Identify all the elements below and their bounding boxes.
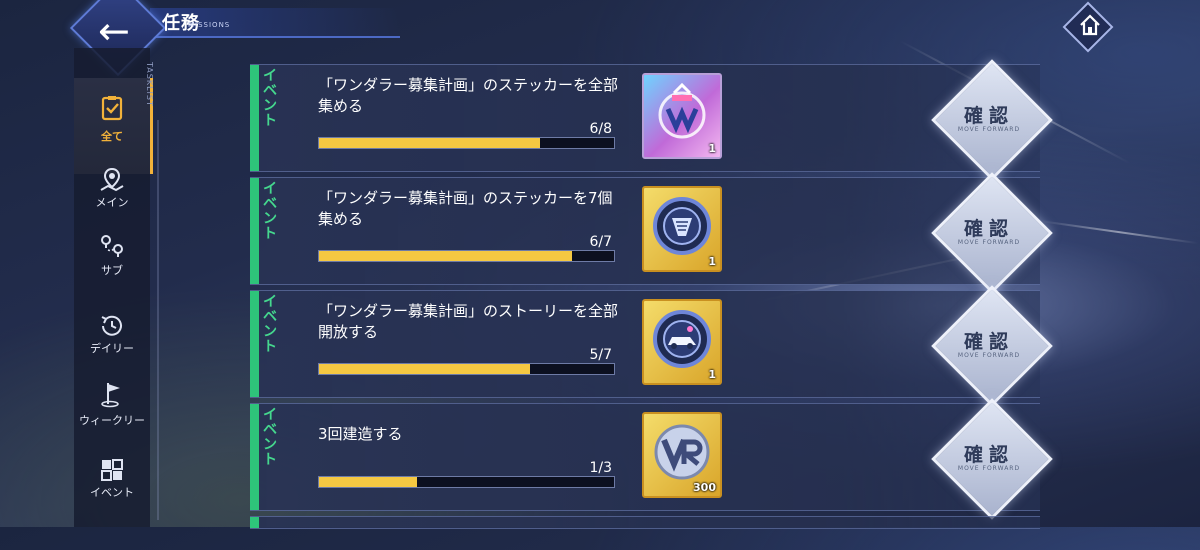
mission-card: イベント 3回建造する 1/3 300 [250,403,1040,511]
tasklist-label: TASKLIST [145,62,154,107]
mission-description: 「ワンダラー募集計画」のステッカーを7個集める [318,189,613,228]
divider [157,120,159,520]
progress-fill [319,364,530,374]
sidebar-item-label: 全て [101,130,123,143]
sidebar-item-label: デイリー [90,342,134,355]
category-label: イベント [263,407,277,468]
confirm-sublabel: MOVE FORWARD [957,352,1021,359]
confirm-sublabel: MOVE FORWARD [957,126,1021,133]
reward-item[interactable]: 1 [642,186,722,272]
sidebar-item-label: ウィークリー [79,414,145,427]
home-icon[interactable] [1077,12,1103,38]
category-label: イベント [263,181,277,242]
mission-description: 「ワンダラー募集計画」のステッカーを全部集める [318,76,619,115]
confirm-label[interactable]: 確認 [931,214,1047,241]
progress-fill [319,138,541,148]
progress-text: 6/7 [589,234,612,250]
car-badge-icon [653,310,711,368]
category-label: イベント [263,68,277,129]
mission-description: 3回建造する [318,425,403,443]
category-stripe [250,404,259,510]
progress-fill [319,251,572,261]
progress-bar [318,250,615,262]
reward-item[interactable]: 1 [642,73,722,159]
mission-card: イベント 「ワンダラー募集計画」のステッカーを7個集める 6/7 1 [250,177,1040,285]
page-subtitle: MISSIONS [188,21,231,29]
confirm-label[interactable]: 確認 [931,327,1047,354]
event-grid-icon [101,459,123,481]
category-stripe [250,291,259,397]
flag-icon [101,383,120,408]
progress-bar [318,363,615,375]
reward-count: 1 [708,142,716,155]
confirm-sublabel: MOVE FORWARD [957,239,1021,246]
sticker-emblem-icon [658,82,706,139]
vr-coin-icon [654,424,710,480]
mission-card [250,516,1040,529]
mission-description: 「ワンダラー募集計画」のストーリーを全部開放する [318,302,619,341]
category-stripe [250,517,259,528]
progress-bar [318,137,615,149]
sidebar-item-label: イベント [90,486,134,499]
sidebar-item-label: サブ [101,264,123,277]
reward-count: 1 [708,255,716,268]
category-stripe [250,178,259,284]
light-streak [1039,220,1199,245]
progress-bar [318,476,615,488]
category-label: イベント [263,294,277,355]
mission-card: イベント 「ワンダラー募集計画」のストーリーを全部開放する 5/7 1 [250,290,1040,398]
reward-item[interactable]: 300 [642,412,722,498]
clock-icon [101,315,122,336]
sidebar-item-event[interactable]: イベント [74,454,150,550]
sidebar: 全て メイン サブ デイリー ウィークリー イベント [74,48,153,527]
progress-text: 6/8 [589,121,612,137]
confirm-label[interactable]: 確認 [931,101,1047,128]
progress-fill [319,477,418,487]
route-pins-icon [101,235,123,257]
back-arrow-icon[interactable]: ← [98,12,130,50]
reward-item[interactable]: 1 [642,299,722,385]
reward-count: 1 [708,368,716,381]
confirm-label[interactable]: 確認 [931,440,1047,467]
map-pin-icon [100,167,124,192]
progress-text: 1/3 [589,460,612,476]
confirm-sublabel: MOVE FORWARD [957,465,1021,472]
category-stripe [250,65,259,171]
mission-card: イベント 「ワンダラー募集計画」のステッカーを全部集める 6/8 1 [250,64,1040,172]
progress-text: 5/7 [589,347,612,363]
sidebar-item-label: メイン [95,196,129,209]
reward-count: 300 [693,481,716,494]
checklist-icon [101,96,123,121]
gear-badge-icon [653,197,711,255]
